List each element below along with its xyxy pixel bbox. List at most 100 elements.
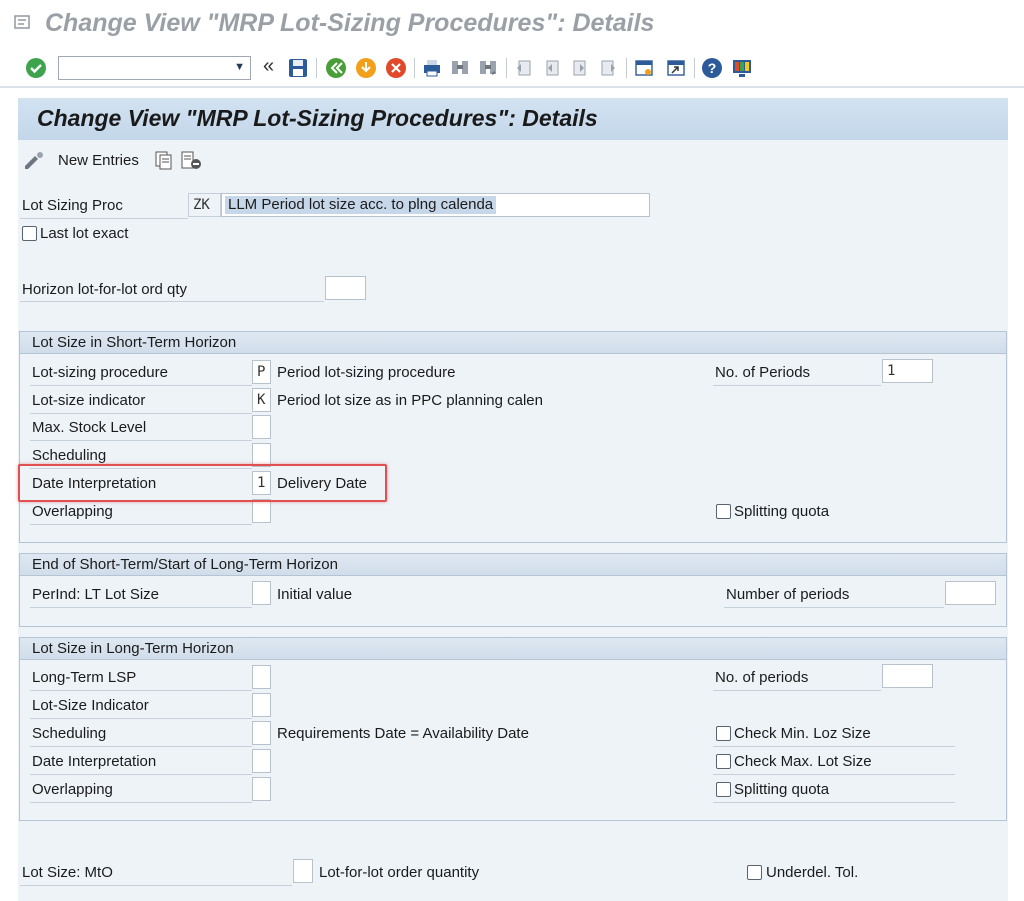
- highlight-box: [18, 464, 387, 502]
- number-of-periods-field[interactable]: [945, 581, 996, 605]
- check-max-lot-size-label: Check Max. Lot Size: [734, 753, 872, 770]
- number-of-periods-label: Number of periods: [726, 586, 850, 603]
- check-min-lot-size-label: Check Min. Loz Size: [734, 725, 871, 742]
- lot-sizing-proc-desc: LLM Period lot size acc. to plng calenda: [225, 196, 497, 214]
- overlapping-field[interactable]: [252, 499, 271, 523]
- label-underline: [30, 718, 252, 719]
- label-underline: [713, 690, 881, 691]
- lt-splitting-quota-checkbox[interactable]: [716, 782, 731, 797]
- help-icon[interactable]: ?: [700, 56, 724, 80]
- last-lot-exact-checkbox[interactable]: [22, 226, 37, 241]
- lot-size-mto-desc: Lot-for-lot order quantity: [319, 864, 480, 881]
- lot-sizing-procedure-desc: Period lot-sizing procedure: [277, 364, 456, 381]
- find-icon[interactable]: [448, 56, 472, 80]
- lot-sizing-proc-code: ZK: [188, 193, 221, 217]
- window-menu-icon[interactable]: [14, 14, 32, 30]
- lt-no-of-periods-label: No. of periods: [715, 669, 809, 686]
- lot-size-mto-field[interactable]: [293, 859, 313, 883]
- collapse-icon[interactable]: «: [263, 55, 274, 78]
- lt-scheduling-label: Scheduling: [32, 725, 107, 742]
- check-min-lot-size-checkbox[interactable]: [716, 726, 731, 741]
- label-underline: [30, 524, 252, 525]
- label-underline: [713, 385, 881, 386]
- group-title-text: Lot Size in Long-Term Horizon: [32, 640, 234, 657]
- label-underline: [30, 802, 252, 803]
- label-underline: [20, 885, 292, 886]
- short-term-group: Lot Size in Short-Term Horizon: [19, 331, 1007, 543]
- copy-as-icon[interactable]: [154, 150, 174, 174]
- application-toolbar: New Entries: [18, 142, 1008, 178]
- exit-icon[interactable]: [354, 56, 378, 80]
- long-term-lsp-label: Long-Term LSP: [32, 669, 137, 686]
- splitting-quota-checkbox[interactable]: [716, 504, 731, 519]
- command-dropdown-icon[interactable]: ▼: [234, 61, 245, 73]
- svg-text:?: ?: [708, 60, 717, 76]
- label-underline: [30, 690, 252, 691]
- long-term-lsp-field[interactable]: [252, 665, 271, 689]
- perind-desc: Initial value: [277, 586, 353, 603]
- new-entries-button[interactable]: New Entries: [58, 152, 139, 169]
- enter-icon[interactable]: [24, 56, 48, 80]
- create-session-icon[interactable]: [632, 56, 656, 80]
- next-page-icon[interactable]: [568, 56, 592, 80]
- lot-size-indicator-field[interactable]: K: [252, 388, 271, 412]
- window-title: Change View "MRP Lot-Sizing Procedures":…: [45, 9, 655, 37]
- label-underline: [30, 440, 252, 441]
- no-of-periods-label: No. of Periods: [715, 364, 811, 381]
- shortcut-icon[interactable]: [664, 56, 688, 80]
- save-icon[interactable]: [286, 56, 310, 80]
- back-icon[interactable]: [324, 56, 348, 80]
- lot-size-indicator-label: Lot-size indicator: [32, 392, 146, 409]
- lt-overlapping-label: Overlapping: [32, 781, 113, 798]
- lot-sizing-procedure-field[interactable]: P: [252, 360, 271, 384]
- command-field[interactable]: ▼: [58, 56, 251, 80]
- toolbar-divider: [0, 86, 1024, 88]
- label-underline: [713, 746, 955, 747]
- label-underline: [20, 218, 188, 219]
- customize-layout-icon[interactable]: [730, 56, 754, 80]
- horizon-field[interactable]: [325, 276, 366, 300]
- window-titlebar: Change View "MRP Lot-Sizing Procedures":…: [0, 0, 1024, 46]
- last-lot-exact-label: Last lot exact: [40, 225, 129, 242]
- previous-page-icon[interactable]: [540, 56, 564, 80]
- no-of-periods-field[interactable]: 1: [882, 359, 933, 383]
- find-next-icon[interactable]: [476, 56, 500, 80]
- underdel-tol-checkbox[interactable]: [747, 865, 762, 880]
- lot-sizing-proc-desc-field[interactable]: LLM Period lot size acc. to plng calenda: [221, 193, 650, 217]
- check-max-lot-size-checkbox[interactable]: [716, 754, 731, 769]
- transition-group-title: End of Short-Term/Start of Long-Term Hor…: [20, 554, 1006, 576]
- lt-no-of-periods-field[interactable]: [882, 664, 933, 688]
- lt-scheduling-field[interactable]: [252, 721, 271, 745]
- label-underline: [20, 301, 324, 302]
- underdel-tol-label: Underdel. Tol.: [766, 864, 859, 881]
- lot-sizing-procedure-label: Lot-sizing procedure: [32, 364, 168, 381]
- horizon-label: Horizon lot-for-lot ord qty: [22, 281, 188, 298]
- perind-lt-lot-size-field[interactable]: [252, 581, 271, 605]
- delete-icon[interactable]: [180, 150, 202, 174]
- splitting-quota-label: Splitting quota: [734, 503, 830, 520]
- label-underline: [30, 413, 252, 414]
- label-underline: [30, 385, 252, 386]
- cancel-icon[interactable]: [384, 56, 408, 80]
- short-term-group-title: Lot Size in Short-Term Horizon: [20, 332, 1006, 354]
- lt-date-interpretation-field[interactable]: [252, 749, 271, 773]
- last-page-icon[interactable]: [596, 56, 620, 80]
- new-entries-icon[interactable]: [22, 150, 46, 174]
- screen-title: Change View "MRP Lot-Sizing Procedures":…: [37, 105, 598, 131]
- long-term-group-title: Lot Size in Long-Term Horizon: [20, 638, 1006, 660]
- print-icon[interactable]: [420, 56, 444, 80]
- transition-group: End of Short-Term/Start of Long-Term Hor…: [19, 553, 1007, 627]
- lot-size-mto-label: Lot Size: MtO: [22, 864, 113, 881]
- standard-toolbar: ▼ « ?: [0, 50, 1024, 86]
- screen-header: Change View "MRP Lot-Sizing Procedures":…: [18, 98, 1008, 140]
- lt-overlapping-field[interactable]: [252, 777, 271, 801]
- lt-scheduling-desc: Requirements Date = Availability Date: [277, 725, 529, 742]
- first-page-icon[interactable]: [512, 56, 536, 80]
- perind-lt-lot-size-label: PerInd: LT Lot Size: [32, 586, 160, 603]
- lt-splitting-quota-label: Splitting quota: [734, 781, 830, 798]
- lot-sizing-proc-label: Lot Sizing Proc: [22, 197, 123, 214]
- max-stock-level-field[interactable]: [252, 415, 271, 439]
- lt-lot-size-indicator-field[interactable]: [252, 693, 271, 717]
- max-stock-level-label: Max. Stock Level: [32, 419, 147, 436]
- group-title-text: End of Short-Term/Start of Long-Term Hor…: [32, 556, 338, 573]
